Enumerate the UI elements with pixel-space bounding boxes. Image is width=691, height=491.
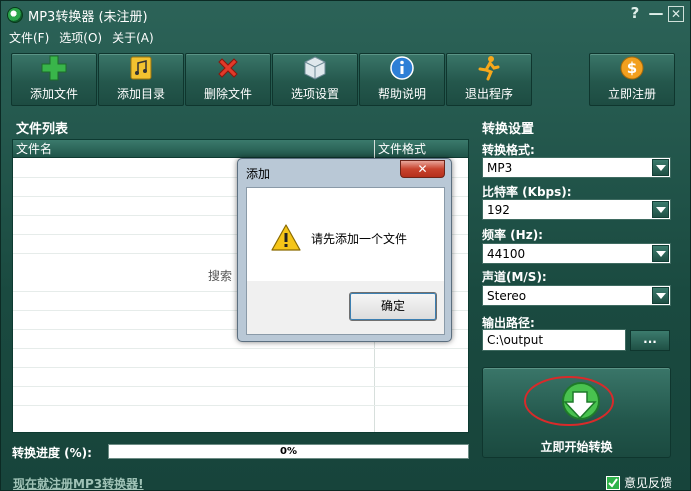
channel-value: Stereo bbox=[487, 289, 527, 303]
progress-text: 0% bbox=[280, 446, 297, 457]
window-controls: ? — ✕ bbox=[626, 5, 684, 23]
row-divider bbox=[13, 386, 468, 387]
bitrate-label: 比特率 (Kbps): bbox=[482, 185, 572, 199]
dollar-coin-icon: $ bbox=[617, 54, 647, 82]
dialog-body: 请先添加一个文件 确定 bbox=[246, 187, 445, 335]
bitrate-value: 192 bbox=[487, 203, 510, 217]
frequency-label: 频率 (Hz): bbox=[482, 228, 543, 242]
format-select[interactable]: MP3 bbox=[482, 157, 671, 178]
title-bar[interactable]: MP3转换器 (未注册) ? — ✕ bbox=[1, 1, 690, 29]
cube-icon bbox=[300, 54, 330, 82]
start-convert-label: 立即开始转换 bbox=[540, 440, 613, 454]
start-convert-button[interactable]: 立即开始转换 bbox=[482, 367, 671, 458]
options-button[interactable]: 选项设置 bbox=[272, 53, 358, 106]
progress-label: 转换进度 (%): bbox=[12, 446, 92, 460]
register-link[interactable]: 现在就注册MP3转换器! bbox=[13, 475, 144, 491]
close-button[interactable]: ✕ bbox=[668, 6, 684, 22]
chevron-down-icon[interactable] bbox=[652, 287, 669, 304]
settings-title: 转换设置 bbox=[482, 122, 535, 137]
check-icon bbox=[605, 475, 620, 490]
menu-bar: 文件(F) 选项(O) 关于(A) bbox=[9, 29, 154, 47]
add-folder-button[interactable]: 添加目录 bbox=[98, 53, 184, 106]
feedback-button[interactable]: 意见反馈 bbox=[605, 474, 672, 491]
dialog-close-button[interactable]: ✕ bbox=[400, 160, 445, 178]
menu-options[interactable]: 选项(O) bbox=[59, 29, 102, 47]
frequency-select[interactable]: 44100 bbox=[482, 243, 671, 264]
bitrate-select[interactable]: 192 bbox=[482, 199, 671, 220]
format-label: 转换格式: bbox=[482, 143, 535, 157]
chevron-down-icon[interactable] bbox=[652, 245, 669, 262]
output-path-input[interactable]: C:\output bbox=[482, 329, 626, 351]
help-icon[interactable]: ? bbox=[626, 5, 644, 23]
frequency-value: 44100 bbox=[487, 247, 526, 261]
delete-x-icon bbox=[213, 54, 243, 82]
menu-file[interactable]: 文件(F) bbox=[9, 29, 49, 47]
dialog-message: 请先添加一个文件 bbox=[311, 232, 408, 246]
row-divider bbox=[13, 348, 468, 349]
main-window: MP3转换器 (未注册) ? — ✕ 文件(F) 选项(O) 关于(A) 添加文… bbox=[0, 0, 691, 491]
row-divider bbox=[13, 367, 468, 368]
add-file-button[interactable]: 添加文件 bbox=[11, 53, 97, 106]
svg-text:$: $ bbox=[627, 59, 637, 77]
window-title: MP3转换器 (未注册) bbox=[28, 9, 148, 25]
register-button[interactable]: $ 立即注册 bbox=[589, 53, 675, 106]
warning-icon bbox=[271, 224, 301, 251]
menu-about[interactable]: 关于(A) bbox=[112, 29, 154, 47]
col-file-format[interactable]: 文件格式 bbox=[375, 140, 426, 158]
col-file-name[interactable]: 文件名 bbox=[13, 140, 52, 158]
browse-button[interactable]: ... bbox=[630, 330, 670, 351]
status-bar: 现在就注册MP3转换器! 意见反馈 bbox=[1, 471, 690, 491]
chevron-down-icon[interactable] bbox=[652, 159, 669, 176]
convert-arrow-icon bbox=[524, 376, 614, 426]
format-value: MP3 bbox=[487, 161, 513, 175]
add-file-dialog: 添加 ✕ 请先添加一个文件 确定 bbox=[237, 158, 452, 342]
dialog-title: 添加 bbox=[246, 167, 271, 181]
ok-button[interactable]: 确定 bbox=[349, 292, 437, 321]
music-folder-icon bbox=[126, 54, 156, 82]
app-logo-icon bbox=[7, 7, 23, 23]
progress-bar: 0% bbox=[108, 444, 469, 459]
help-button[interactable]: 帮助说明 bbox=[359, 53, 445, 106]
delete-file-button[interactable]: 删除文件 bbox=[185, 53, 271, 106]
minimize-button[interactable]: — bbox=[647, 5, 665, 23]
chevron-down-icon[interactable] bbox=[652, 201, 669, 218]
file-list-title: 文件列表 bbox=[16, 122, 69, 137]
file-list-header: 文件名 文件格式 bbox=[13, 140, 468, 158]
running-man-icon bbox=[474, 54, 504, 82]
feedback-label: 意见反馈 bbox=[623, 476, 672, 490]
file-list-hint: 搜索 bbox=[208, 269, 233, 283]
row-divider bbox=[13, 405, 468, 406]
info-icon bbox=[387, 54, 417, 82]
channel-select[interactable]: Stereo bbox=[482, 285, 671, 306]
plus-icon bbox=[39, 54, 69, 82]
exit-button[interactable]: 退出程序 bbox=[446, 53, 532, 106]
toolbar: 添加文件 添加目录 删除文件 选项设置 帮助说明 退出程序 $ 立即注册 bbox=[11, 53, 683, 106]
channel-label: 声道(M/S): bbox=[482, 270, 547, 284]
